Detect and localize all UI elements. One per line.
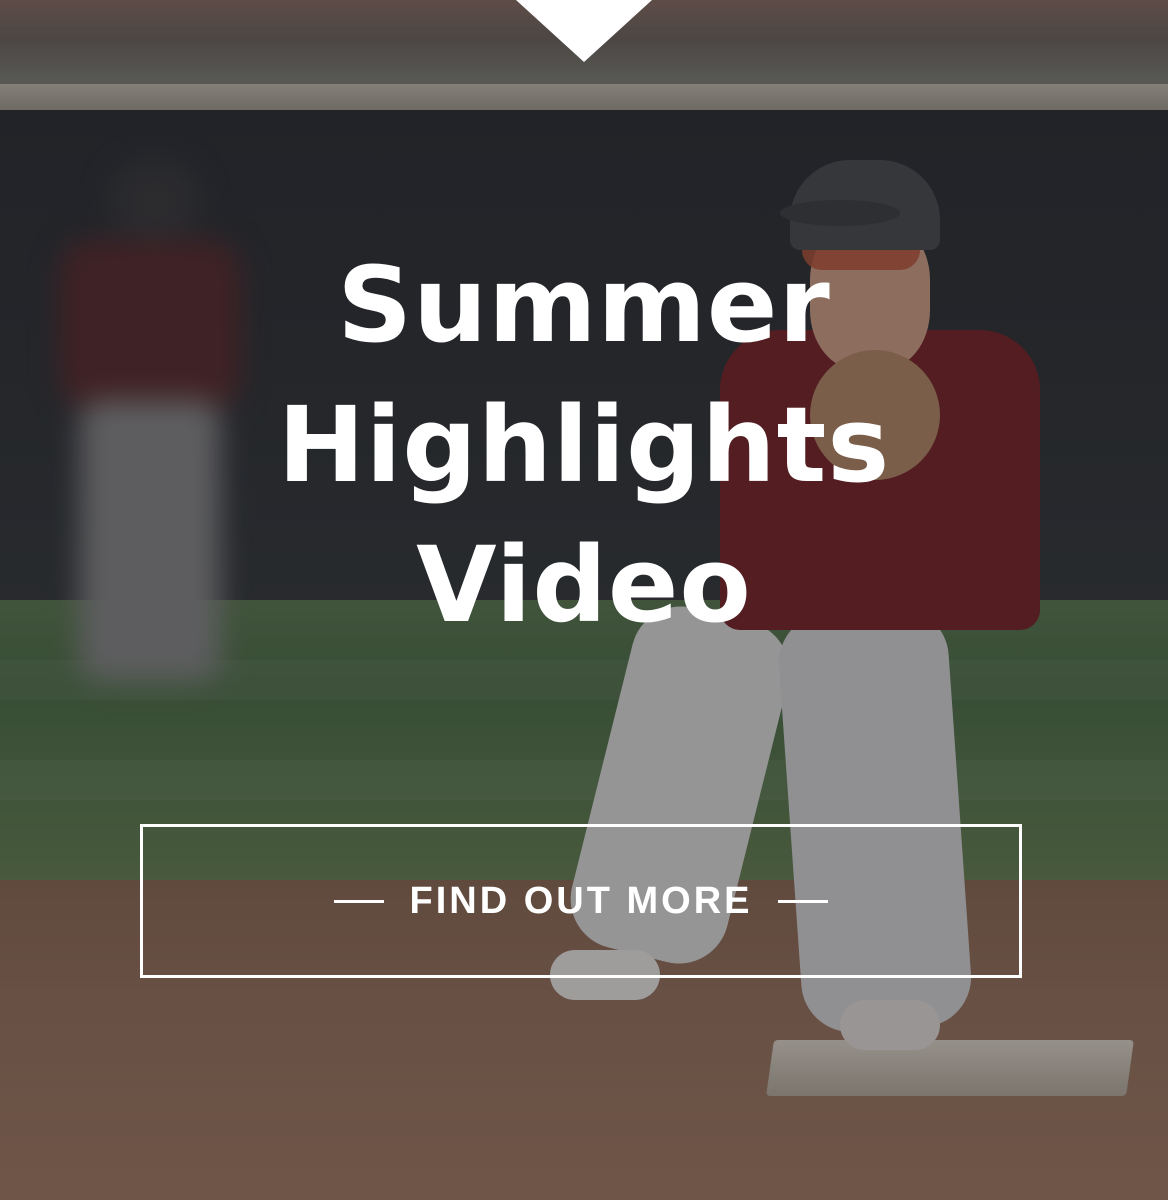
hero-title: Summer Highlights Video: [0, 235, 1168, 655]
hero-title-line: Highlights: [277, 384, 891, 506]
caret-down-icon: [516, 0, 652, 62]
cta-label: FIND OUT MORE: [409, 879, 753, 922]
hero-banner: Summer Highlights Video FIND OUT MORE: [0, 0, 1168, 1200]
hero-title-line: Video: [416, 524, 752, 646]
cta-decor-line-left: [333, 899, 384, 903]
cta-decor-line-right: [778, 899, 829, 903]
hero-title-line: Summer: [337, 244, 831, 366]
find-out-more-button[interactable]: FIND OUT MORE: [140, 824, 1022, 978]
